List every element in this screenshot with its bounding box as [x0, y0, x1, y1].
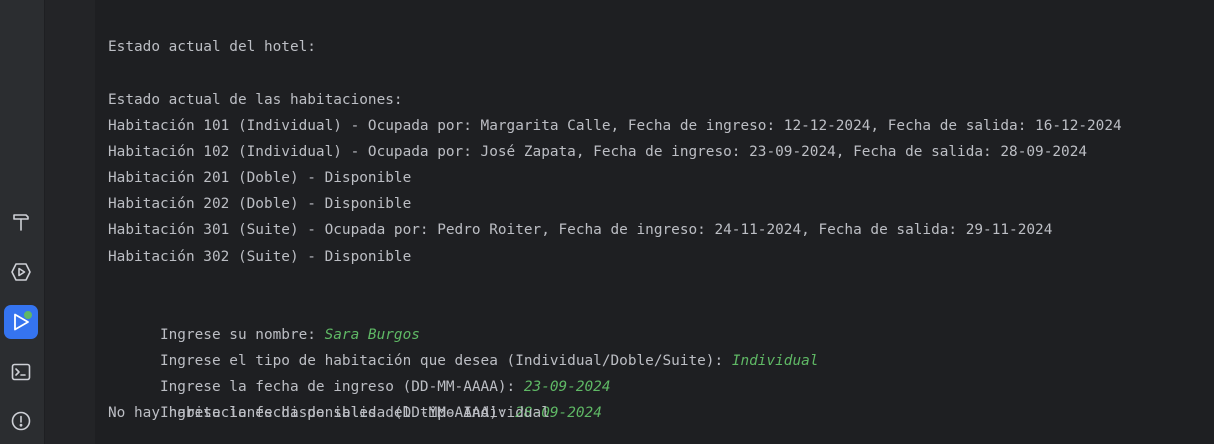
problems-tool-button[interactable] [4, 404, 38, 438]
console-line: Habitación 101 (Individual) - Ocupada po… [108, 118, 1122, 134]
run-tool-button[interactable] [4, 305, 38, 339]
hammer-icon [10, 211, 32, 233]
services-icon [10, 261, 32, 283]
console-prompt-line: Ingrese la fecha de salida (DD-MM-AAAA):… [108, 374, 602, 421]
console-partial-line: { ( ) [108, 0, 472, 6]
terminal-tool-button[interactable] [4, 355, 38, 389]
console-line: Habitación 102 (Individual) - Ocupada po… [108, 144, 1088, 160]
console-prompt-line: Ingrese el tipo de habitación que desea … [108, 322, 818, 369]
problems-icon [10, 410, 32, 432]
console-line: Habitación 302 (Suite) - Disponible [108, 249, 412, 265]
console-line: Estado actual de las habitaciones: [108, 92, 403, 108]
build-tool-button[interactable] [4, 205, 38, 239]
ide-window: { ( ) Estado actual del hotel: Estado ac… [0, 0, 1214, 444]
user-input-text: Individual [731, 353, 819, 369]
console-line: Habitación 301 (Suite) - Ocupada por: Pe… [108, 222, 1053, 238]
console-line: Habitación 201 (Doble) - Disponible [108, 170, 412, 186]
services-tool-button[interactable] [4, 255, 38, 289]
terminal-icon [10, 361, 32, 383]
console-line: No hay habitaciones disponibles del tipo… [108, 405, 550, 421]
console-gutter [45, 0, 95, 444]
console-prompt-line: Ingrese la fecha de ingreso (DD-MM-AAAA)… [108, 348, 611, 395]
console-line: Estado actual del hotel: [108, 39, 316, 55]
run-console-output[interactable]: { ( ) Estado actual del hotel: Estado ac… [108, 0, 1214, 444]
running-status-dot [23, 310, 33, 320]
console-line: Habitación 202 (Doble) - Disponible [108, 196, 412, 212]
tool-window-strip [0, 0, 45, 444]
console-prompt-line: Ingrese su nombre: Sara Burgos [108, 296, 420, 343]
